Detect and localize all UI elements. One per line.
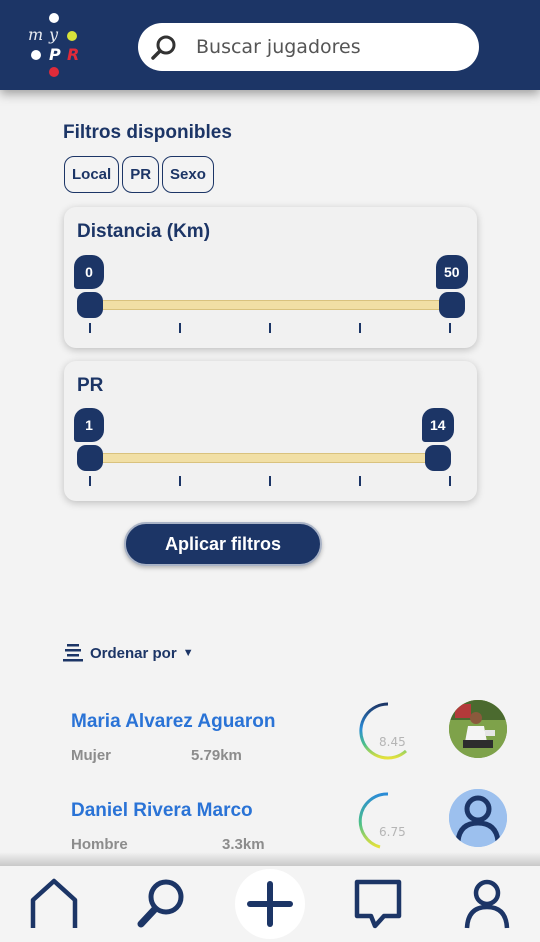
player-score: 6.75 bbox=[379, 825, 406, 839]
distance-tick bbox=[89, 323, 91, 333]
player-distance: 3.3km bbox=[222, 836, 265, 853]
add-button[interactable] bbox=[235, 869, 305, 939]
logo-letter-p: P bbox=[49, 45, 61, 64]
pr-tick bbox=[89, 476, 91, 486]
filter-chips: Local PR Sexo bbox=[64, 156, 214, 193]
logo-dot-white bbox=[49, 13, 59, 23]
add-icon bbox=[247, 881, 293, 927]
pr-slider-track[interactable] bbox=[90, 453, 438, 463]
bottom-nav bbox=[0, 866, 540, 942]
pr-title: PR bbox=[77, 375, 104, 396]
distance-min-bubble: 0 bbox=[74, 255, 104, 289]
score-gauge bbox=[359, 702, 408, 760]
pr-max-bubble: 14 bbox=[422, 408, 454, 442]
default-avatar-icon bbox=[449, 789, 507, 847]
chip-pr[interactable]: PR bbox=[122, 156, 160, 193]
distance-tick bbox=[449, 323, 451, 333]
pr-tick bbox=[269, 476, 271, 486]
caret-down-icon: ▼ bbox=[182, 647, 194, 659]
distance-max-handle[interactable] bbox=[439, 292, 465, 318]
pr-min-bubble: 1 bbox=[74, 408, 104, 442]
profile-icon[interactable] bbox=[459, 876, 515, 932]
search-input[interactable] bbox=[196, 31, 466, 63]
pr-tick bbox=[359, 476, 361, 486]
player-gender: Mujer bbox=[71, 747, 112, 764]
distance-tick bbox=[269, 323, 271, 333]
logo-dot-white-2 bbox=[31, 50, 41, 60]
sort-dropdown[interactable]: Ordenar por ▼ bbox=[62, 643, 194, 663]
home-icon[interactable] bbox=[26, 876, 82, 932]
chip-sexo[interactable]: Sexo bbox=[162, 156, 214, 193]
player-name[interactable]: Maria Alvarez Aguaron bbox=[71, 711, 275, 733]
sort-label: Ordenar por bbox=[90, 644, 177, 662]
messages-icon[interactable] bbox=[350, 876, 406, 932]
distance-slider-track[interactable] bbox=[90, 300, 452, 310]
top-bar: m y P R bbox=[0, 0, 540, 90]
pr-max-handle[interactable] bbox=[425, 445, 451, 471]
pr-tick bbox=[449, 476, 451, 486]
distance-title: Distancia (Km) bbox=[77, 221, 211, 242]
chip-local[interactable]: Local bbox=[64, 156, 120, 193]
logo-dot-yellow bbox=[67, 31, 77, 41]
search-icon[interactable] bbox=[150, 34, 178, 62]
player-gender: Hombre bbox=[71, 836, 128, 853]
logo-letter-r: R bbox=[67, 45, 80, 64]
logo-letter-m: m bbox=[28, 25, 44, 44]
pr-filter-card: PR 1 14 bbox=[64, 361, 477, 501]
distance-filter-card: Distancia (Km) 0 50 bbox=[64, 207, 477, 348]
logo-dot-red bbox=[49, 67, 59, 77]
pr-tick bbox=[179, 476, 181, 486]
sort-icon bbox=[63, 644, 83, 662]
pr-min-handle[interactable] bbox=[77, 445, 103, 471]
player-distance: 5.79km bbox=[191, 747, 242, 764]
player-avatar[interactable] bbox=[449, 789, 507, 847]
apply-filters-button[interactable]: Aplicar filtros bbox=[124, 522, 322, 566]
search-icon[interactable] bbox=[134, 876, 190, 932]
distance-max-bubble: 50 bbox=[436, 255, 468, 289]
player-name[interactable]: Daniel Rivera Marco bbox=[71, 800, 253, 822]
distance-tick bbox=[179, 323, 181, 333]
search-bar[interactable] bbox=[138, 23, 479, 71]
distance-min-handle[interactable] bbox=[77, 292, 103, 318]
player-score: 8.45 bbox=[379, 735, 406, 749]
distance-tick bbox=[359, 323, 361, 333]
mypr-logo[interactable]: m y P R bbox=[24, 10, 84, 82]
filters-title: Filtros disponibles bbox=[63, 122, 232, 143]
player-avatar[interactable] bbox=[449, 700, 507, 758]
nav-shadow bbox=[0, 852, 540, 866]
player-row[interactable]: Maria Alvarez Aguaron Mujer 5.79km 8.45 bbox=[0, 690, 540, 778]
logo-letter-y: y bbox=[49, 25, 59, 44]
player-photo bbox=[449, 700, 507, 758]
score-gauge bbox=[358, 792, 389, 849]
